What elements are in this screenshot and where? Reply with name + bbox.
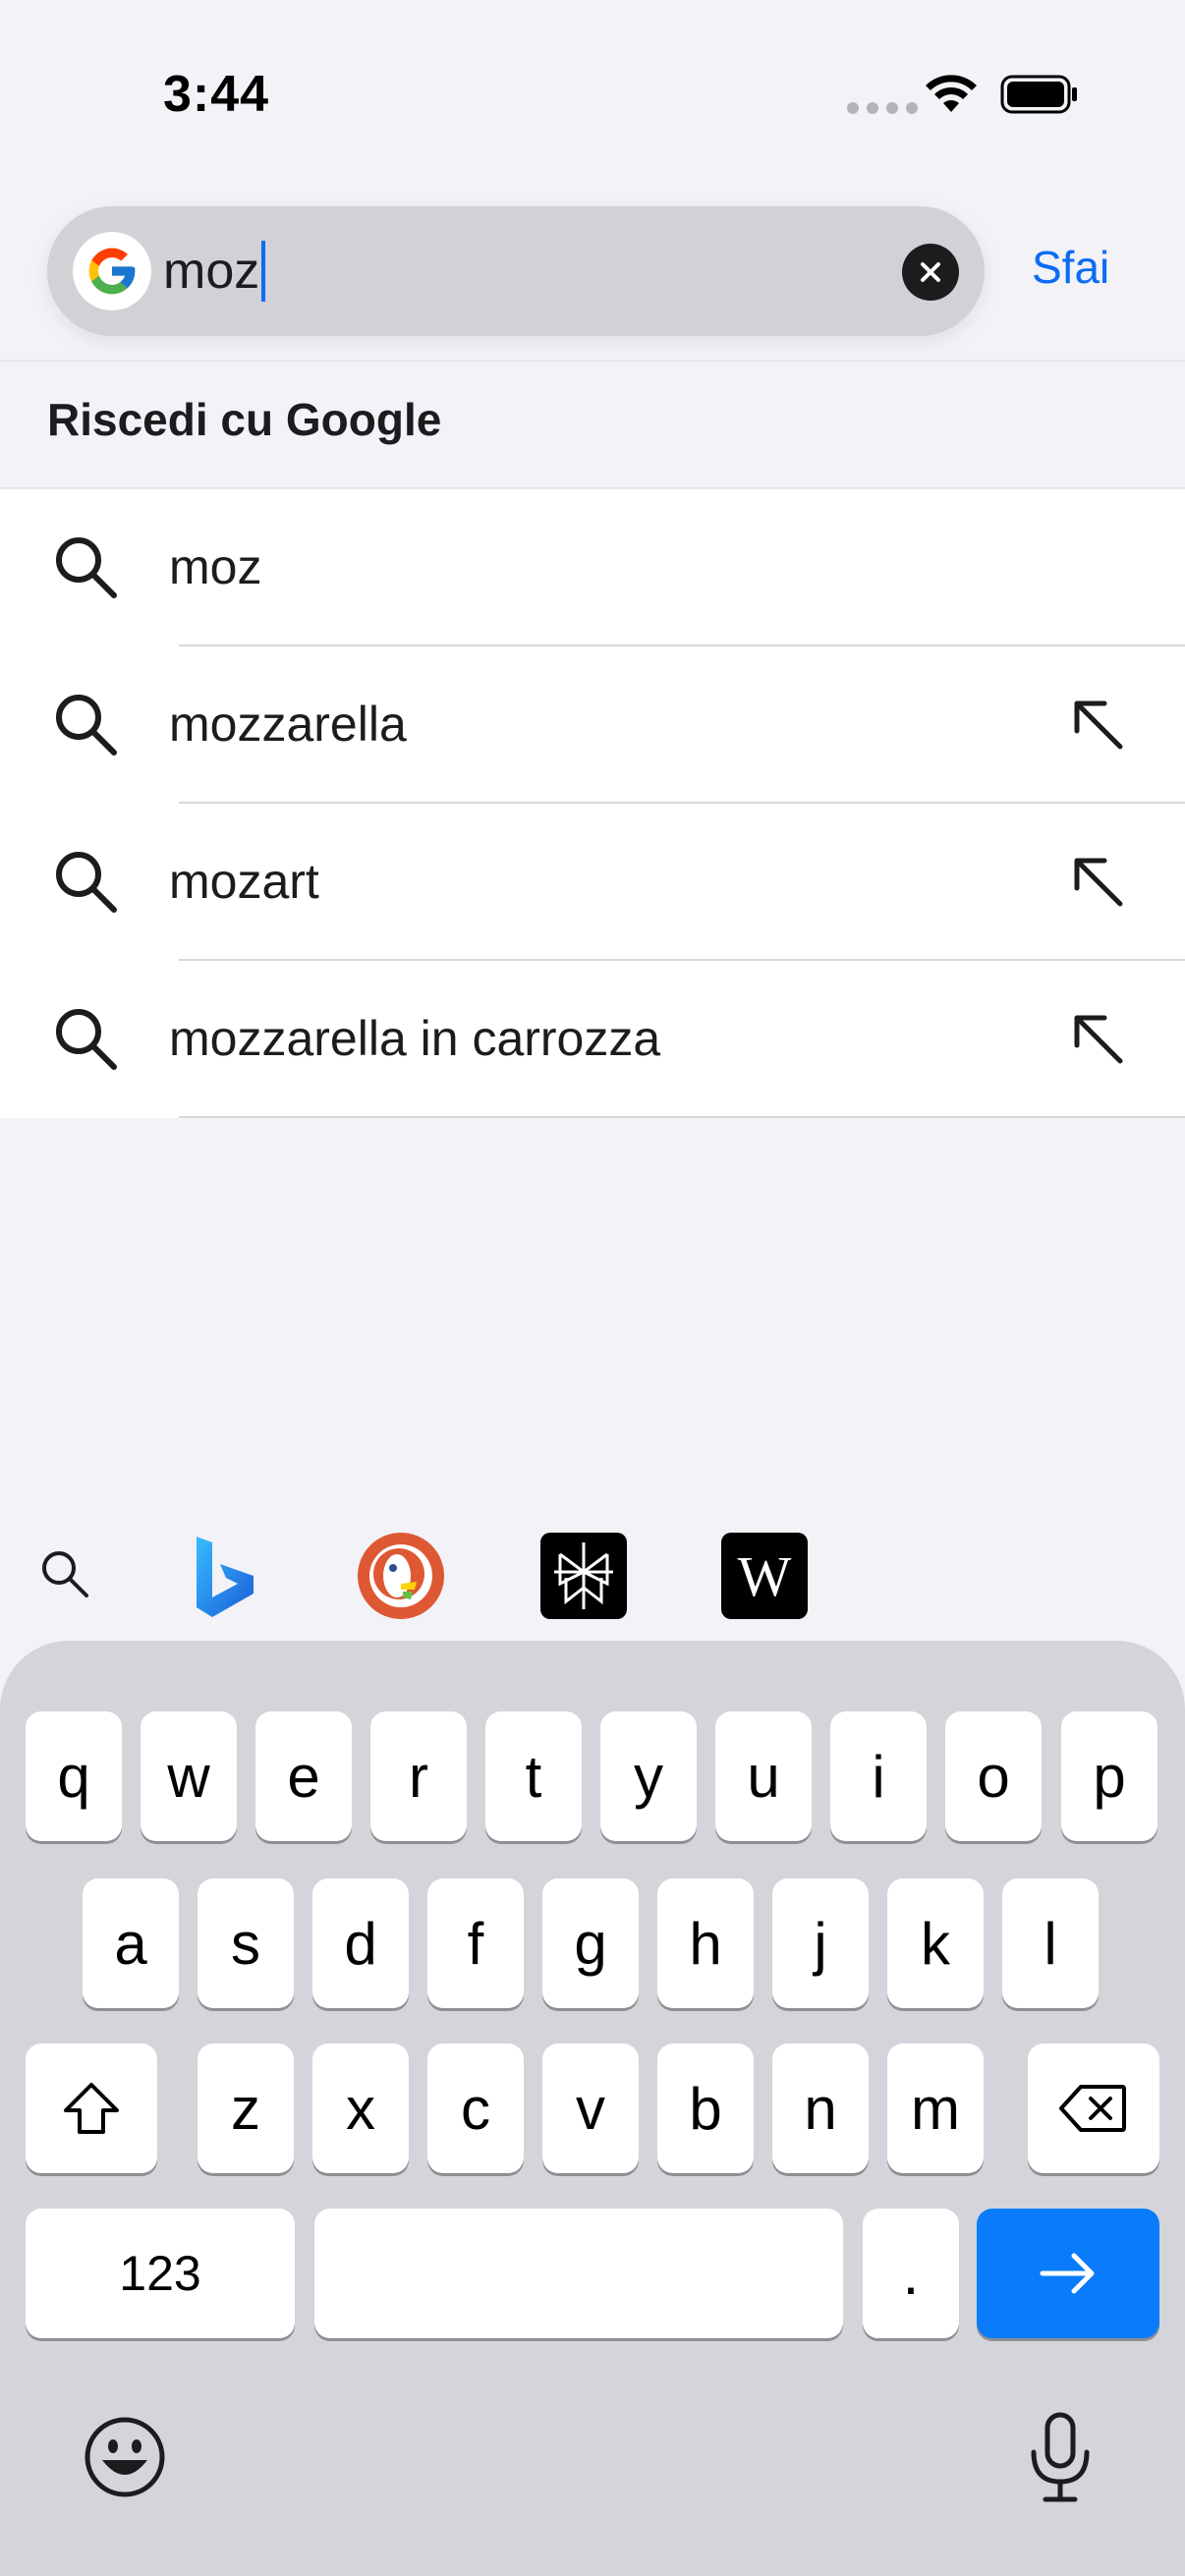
- header-divider: [0, 360, 1185, 362]
- key-d[interactable]: d: [312, 1878, 409, 2008]
- suggestion-label: moz: [169, 539, 262, 594]
- key-o[interactable]: o: [945, 1711, 1042, 1841]
- duckduckgo-icon[interactable]: [358, 1533, 444, 1619]
- suggestion-label: mozzarella: [169, 697, 407, 752]
- suggestion-row[interactable]: moz: [0, 489, 1185, 646]
- key-n[interactable]: n: [772, 2044, 869, 2173]
- search-icon: [56, 852, 117, 913]
- key-m[interactable]: m: [887, 2044, 984, 2173]
- status-time: 3:44: [163, 66, 270, 123]
- cancel-button[interactable]: Sfai: [1032, 241, 1109, 294]
- search-engine-bar: W: [0, 1513, 1185, 1631]
- key-g[interactable]: g: [542, 1878, 639, 2008]
- arrow-up-left-icon[interactable]: [1069, 853, 1128, 912]
- suggestions-header: Riscedi cu Google: [47, 394, 442, 445]
- microphone-icon[interactable]: [1026, 2411, 1095, 2505]
- suggestion-label: mozart: [169, 854, 319, 909]
- key-b[interactable]: b: [657, 2044, 754, 2173]
- cellular-dots-icon: [847, 102, 918, 114]
- wifi-icon: [926, 75, 977, 112]
- emoji-icon[interactable]: [83, 2415, 167, 2499]
- key-k[interactable]: k: [887, 1878, 984, 2008]
- shift-key[interactable]: [26, 2044, 157, 2173]
- key-w[interactable]: w: [141, 1711, 237, 1841]
- suggestion-label: mozzarella in carrozza: [169, 1011, 661, 1066]
- perplexity-icon[interactable]: [540, 1533, 627, 1619]
- row-separator: [179, 1116, 1185, 1118]
- search-icon[interactable]: [37, 1546, 92, 1601]
- search-query-text: moz: [163, 243, 260, 300]
- key-e[interactable]: e: [255, 1711, 352, 1841]
- key-f[interactable]: f: [427, 1878, 524, 2008]
- delete-key[interactable]: [1028, 2044, 1159, 2173]
- key-q[interactable]: q: [26, 1711, 122, 1841]
- text-caret: [261, 241, 266, 302]
- space-key[interactable]: [314, 2209, 843, 2338]
- key-x[interactable]: x: [312, 2044, 409, 2173]
- arrow-up-left-icon[interactable]: [1069, 1010, 1128, 1069]
- key-p[interactable]: p: [1061, 1711, 1157, 1841]
- arrow-up-left-icon[interactable]: [1069, 696, 1128, 755]
- close-icon: [921, 262, 940, 282]
- period-key[interactable]: .: [863, 2209, 959, 2338]
- key-y[interactable]: y: [600, 1711, 697, 1841]
- search-icon: [56, 1009, 117, 1070]
- on-screen-keyboard: q w e r t y u i o p a s d f g h j k l z …: [0, 1641, 1185, 2576]
- suggestion-row[interactable]: mozzarella: [0, 646, 1185, 804]
- go-key[interactable]: [977, 2209, 1159, 2338]
- wikipedia-icon[interactable]: W: [721, 1533, 808, 1619]
- backspace-icon: [1059, 2085, 1126, 2132]
- search-icon: [56, 537, 117, 598]
- clear-search-button[interactable]: [902, 244, 959, 301]
- key-h[interactable]: h: [657, 1878, 754, 2008]
- search-input[interactable]: moz: [163, 236, 266, 307]
- key-c[interactable]: c: [427, 2044, 524, 2173]
- key-l[interactable]: l: [1002, 1878, 1099, 2008]
- bing-icon[interactable]: [181, 1533, 267, 1619]
- key-u[interactable]: u: [715, 1711, 812, 1841]
- key-z[interactable]: z: [198, 2044, 294, 2173]
- key-v[interactable]: v: [542, 2044, 639, 2173]
- suggestion-row[interactable]: mozzarella in carrozza: [0, 961, 1185, 1118]
- google-logo-icon: [73, 232, 151, 310]
- key-s[interactable]: s: [198, 1878, 294, 2008]
- shift-icon: [64, 2083, 119, 2134]
- battery-icon: [1000, 75, 1077, 114]
- key-t[interactable]: t: [485, 1711, 582, 1841]
- numbers-key[interactable]: 123: [26, 2209, 295, 2338]
- key-a[interactable]: a: [83, 1878, 179, 2008]
- arrow-right-icon: [1040, 2253, 1095, 2294]
- status-bar: 3:44: [0, 0, 1185, 187]
- search-bar[interactable]: moz: [47, 206, 985, 336]
- browser-search-screen: 3:44 moz Sfai Riscedi cu Google moz mozz…: [0, 0, 1185, 2576]
- suggestion-row[interactable]: mozart: [0, 804, 1185, 961]
- key-j[interactable]: j: [772, 1878, 869, 2008]
- key-r[interactable]: r: [370, 1711, 467, 1841]
- search-icon: [56, 695, 117, 756]
- key-i[interactable]: i: [830, 1711, 927, 1841]
- suggestion-list: moz mozzarella mozart mozzarella in carr…: [0, 487, 1185, 1118]
